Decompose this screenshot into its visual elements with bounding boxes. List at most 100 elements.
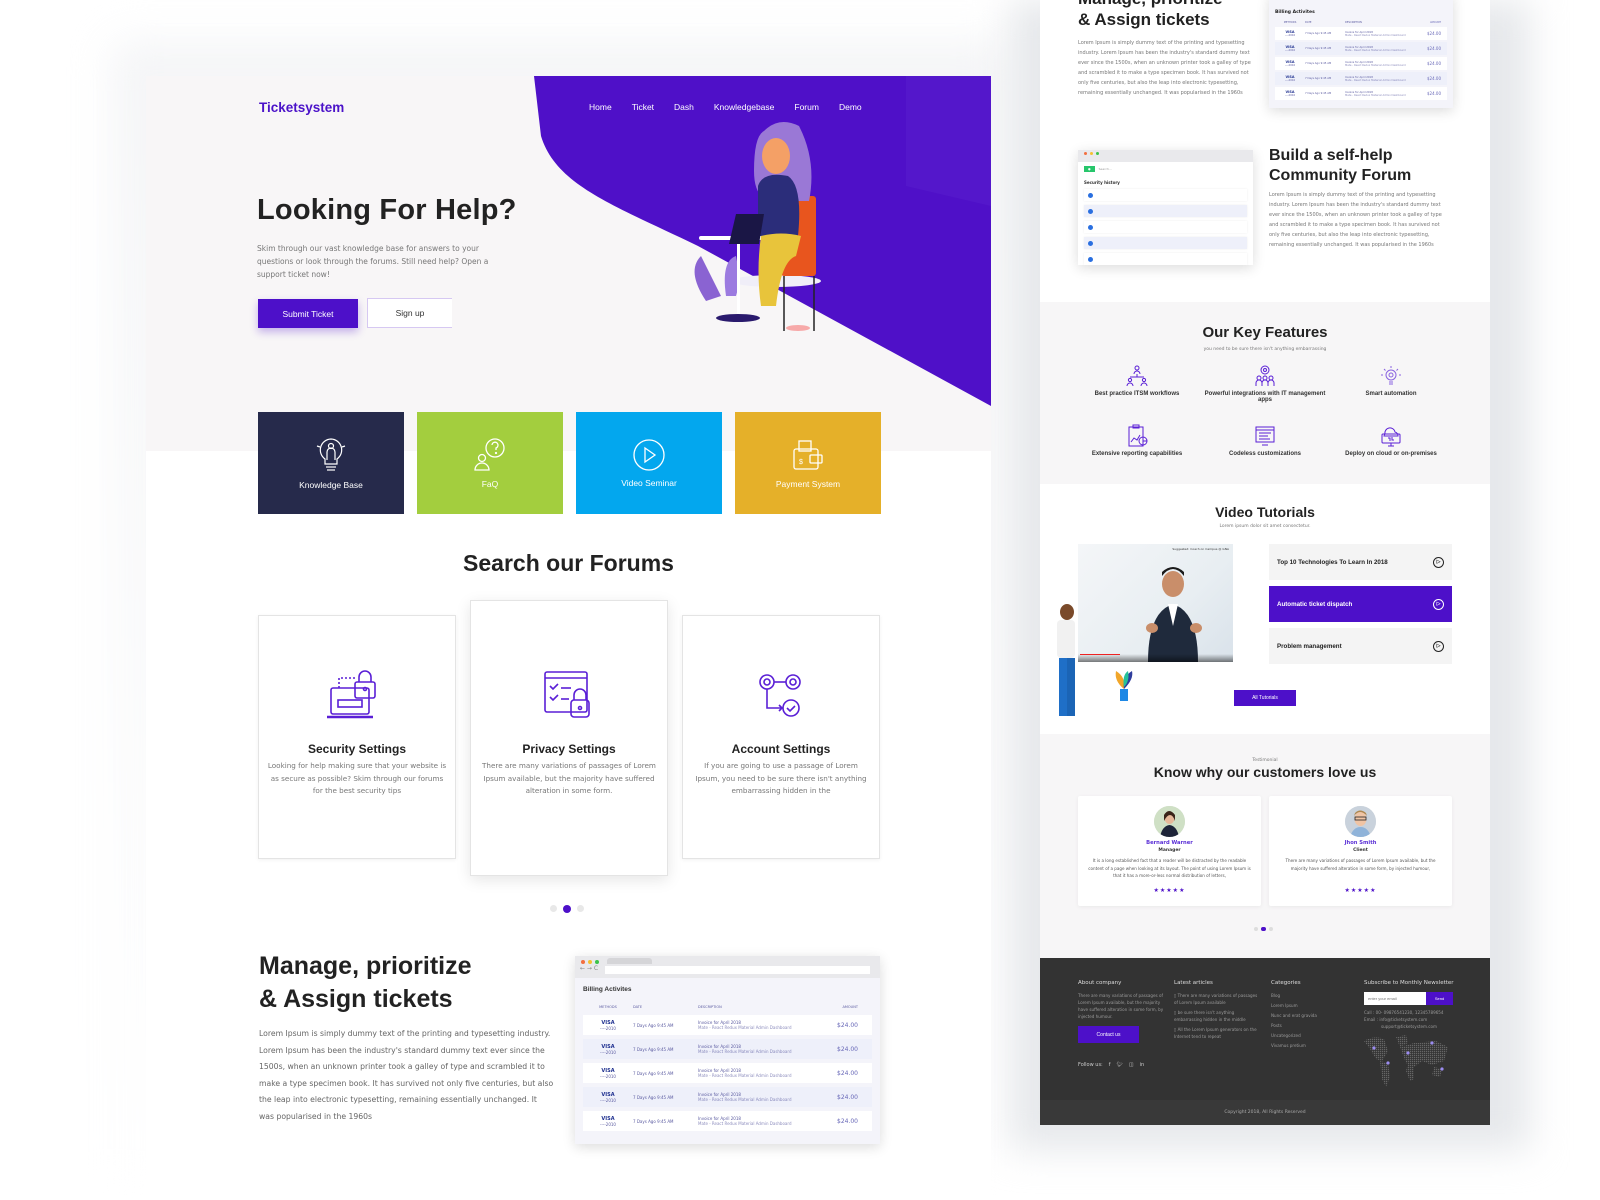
billing-header: METHODS DATE DESCRIPTION AMOUNT (599, 1005, 858, 1009)
submit-ticket-button[interactable]: Submit Ticket (258, 299, 358, 328)
newsletter-email-input[interactable] (1364, 992, 1426, 1005)
star-rating: ★★★★★ (1153, 887, 1186, 894)
videos-title: Video Tutorials (1215, 504, 1315, 520)
billing-rows-small: VISA ----2010 7 Days Ago 9:45 AM Invoice fo… (1275, 27, 1447, 100)
play-icon: ▷ (1433, 556, 1444, 568)
long-page-mockup: Manage, prioritize& Assign tickets Lorem… (1040, 0, 1490, 1125)
article-link[interactable]: ▯ There are many variations of passages … (1174, 992, 1260, 1006)
user-avatar-icon (1088, 240, 1093, 246)
hero-section: Ticketsystem Home Ticket Dash Knowledgeb… (146, 76, 991, 451)
user-avatar-icon (1088, 224, 1093, 230)
sign-up-button[interactable]: Sign up (367, 298, 452, 328)
video-controls[interactable] (1078, 654, 1233, 662)
carousel-dot-1[interactable] (1254, 927, 1258, 931)
category-tiles: Knowledge Base FaQ Video Seminar $ Payme… (258, 412, 881, 514)
facebook-icon[interactable]: f (1109, 1062, 1111, 1068)
category-link[interactable]: Uncategorized (1271, 1032, 1341, 1039)
bulb-gear-icon (1381, 366, 1401, 385)
feature-reporting: Extensive reporting capabilities (1072, 424, 1202, 457)
category-link[interactable]: Posts (1271, 1022, 1341, 1029)
billing-row: VISA ----2010 7 Days Ago 9:45 AM Invoice fo… (583, 1111, 872, 1131)
testimonial-text: It is a long established fact that a rea… (1088, 858, 1251, 878)
category-link[interactable]: Lorem Ipsum (1271, 1002, 1341, 1009)
video-player[interactable]: Suggested: Coach on Campus @ GNA (1078, 544, 1233, 662)
video-item-2[interactable]: Automatic ticket dispatch ▷ (1269, 586, 1452, 622)
carousel-dot-1[interactable] (550, 905, 557, 912)
gears-icon (759, 674, 801, 717)
manage-title-small: Manage, prioritize& Assign tickets (1078, 0, 1223, 29)
footer-latest-articles: Latest articles ▯ There are many variati… (1174, 980, 1260, 1043)
report-chart-icon (1128, 424, 1148, 447)
testimonials-title: Know why our customers love us (1153, 764, 1377, 780)
nav-knowledgebase[interactable]: Knowledgebase (714, 102, 775, 112)
laptop-lock-icon (327, 670, 376, 719)
nav-ticket[interactable]: Ticket (632, 102, 654, 112)
category-link[interactable]: Vivamus pretium (1271, 1042, 1341, 1049)
hero-description: Skim through our vast knowledge base for… (257, 244, 489, 279)
nav-dash[interactable]: Dash (674, 102, 694, 112)
carousel-dot-2[interactable] (1261, 926, 1266, 931)
community-title: Build a self-help Community Forum (1269, 147, 1412, 184)
video-progress[interactable] (1080, 654, 1120, 655)
testimonial-name: Jhon Smith (1344, 840, 1377, 846)
tile-video-seminar[interactable]: Video Seminar (576, 412, 722, 514)
billing-row: VISA ----2010 7 Days Ago 9:45 AM Invoice fo… (583, 1087, 872, 1107)
contact-us-button[interactable]: Contact us (1078, 1026, 1139, 1043)
card-title: Privacy Settings (522, 742, 616, 756)
avatar (1154, 806, 1185, 837)
nav-demo[interactable]: Demo (839, 102, 862, 112)
question-bubble-icon (474, 438, 505, 471)
article-link[interactable]: ▯ be sure there isn't anything embarrass… (1174, 1009, 1260, 1023)
manage-description-small: Lorem Ipsum is simply dummy text of the … (1078, 40, 1251, 96)
category-link[interactable]: Blog (1271, 992, 1341, 999)
tile-label: Knowledge Base (299, 480, 363, 490)
billing-screenshot-small: Billing Activites METHODS DATE DESCRIPTI… (1269, 0, 1453, 108)
hero-title: Looking For Help? (257, 194, 517, 230)
nav-forum[interactable]: Forum (794, 102, 819, 112)
homepage-mockup: Ticketsystem Home Ticket Dash Knowledgeb… (146, 76, 991, 1200)
hero-purple-shape (534, 76, 991, 406)
monitor-code-icon (1255, 426, 1275, 446)
testimonial-eyebrow: Testimonial (1252, 758, 1278, 763)
billing-rows: VISA ----2010 7 Days Ago 9:45 AM Invoice fo… (583, 1015, 872, 1131)
newsletter-send-button[interactable]: Send (1426, 992, 1453, 1005)
card-title: Account Settings (731, 742, 831, 756)
tile-payment-system[interactable]: $ Payment System (735, 412, 881, 514)
instagram-icon[interactable]: ◫ (1129, 1062, 1134, 1068)
checklist-lock-icon (544, 671, 590, 718)
billing-row: VISA ----2010 7 Days Ago 9:45 AM Invoice fo… (583, 1063, 872, 1083)
card-security-settings[interactable]: Security Settings Looking for help makin… (258, 615, 456, 859)
tile-faq[interactable]: FaQ (417, 412, 563, 514)
star-rating: ★★★★★ (1344, 887, 1377, 894)
category-link[interactable]: Nunc and erat gravida (1271, 1012, 1341, 1019)
feature-automation: Smart automation (1326, 364, 1456, 397)
tile-label: Payment System (775, 479, 841, 489)
card-account-settings[interactable]: Account Settings If you are going to use… (682, 615, 880, 859)
feature-itsm: Best practice ITSM workflows (1072, 364, 1202, 397)
carousel-dot-3[interactable] (577, 905, 584, 912)
card-privacy-settings[interactable]: Privacy Settings There are many variatio… (470, 600, 668, 876)
presenter-thumbnail (1146, 567, 1202, 662)
linkedin-icon[interactable]: in (1140, 1062, 1145, 1068)
billing-row: VISA ----2010 7 Days Ago 9:45 AM Invoice fo… (1275, 42, 1447, 55)
plant-illustration (1115, 671, 1133, 701)
video-item-1[interactable]: Top 10 Technologies To Learn In 2018 ▷ (1269, 544, 1452, 580)
wallet-icon: $ (793, 440, 823, 470)
card-text: If you are going to use a passage of Lor… (695, 761, 867, 795)
carousel-dot-3[interactable] (1268, 927, 1273, 931)
billing-row: VISA ----2010 7 Days Ago 9:45 AM Invoice fo… (1275, 72, 1447, 85)
nav-home[interactable]: Home (589, 102, 612, 112)
address-bar (605, 966, 870, 974)
footer-newsletter: Subscribe to Monthly Newsletter Send Cal… (1364, 980, 1464, 1030)
video-item-3[interactable]: Problem management ▷ (1269, 628, 1452, 664)
twitter-icon[interactable]: 🐦︎ (1117, 1062, 1123, 1068)
tile-knowledge-base[interactable]: Knowledge Base (258, 412, 404, 514)
article-link[interactable]: ▯ All the Lorem Ipsum generators on the … (1174, 1026, 1260, 1040)
testimonial-text: There are many variations of passages of… (1285, 858, 1436, 871)
all-tutorials-button[interactable]: All Tutorials (1234, 690, 1296, 706)
billing-row: VISA ----2010 7 Days Ago 9:45 AM Invoice fo… (1275, 27, 1447, 40)
man-standing-illustration (1057, 604, 1075, 716)
forum-row (1084, 237, 1247, 249)
brand-logo[interactable]: Ticketsystem (259, 100, 344, 115)
carousel-dot-2[interactable] (563, 904, 571, 913)
